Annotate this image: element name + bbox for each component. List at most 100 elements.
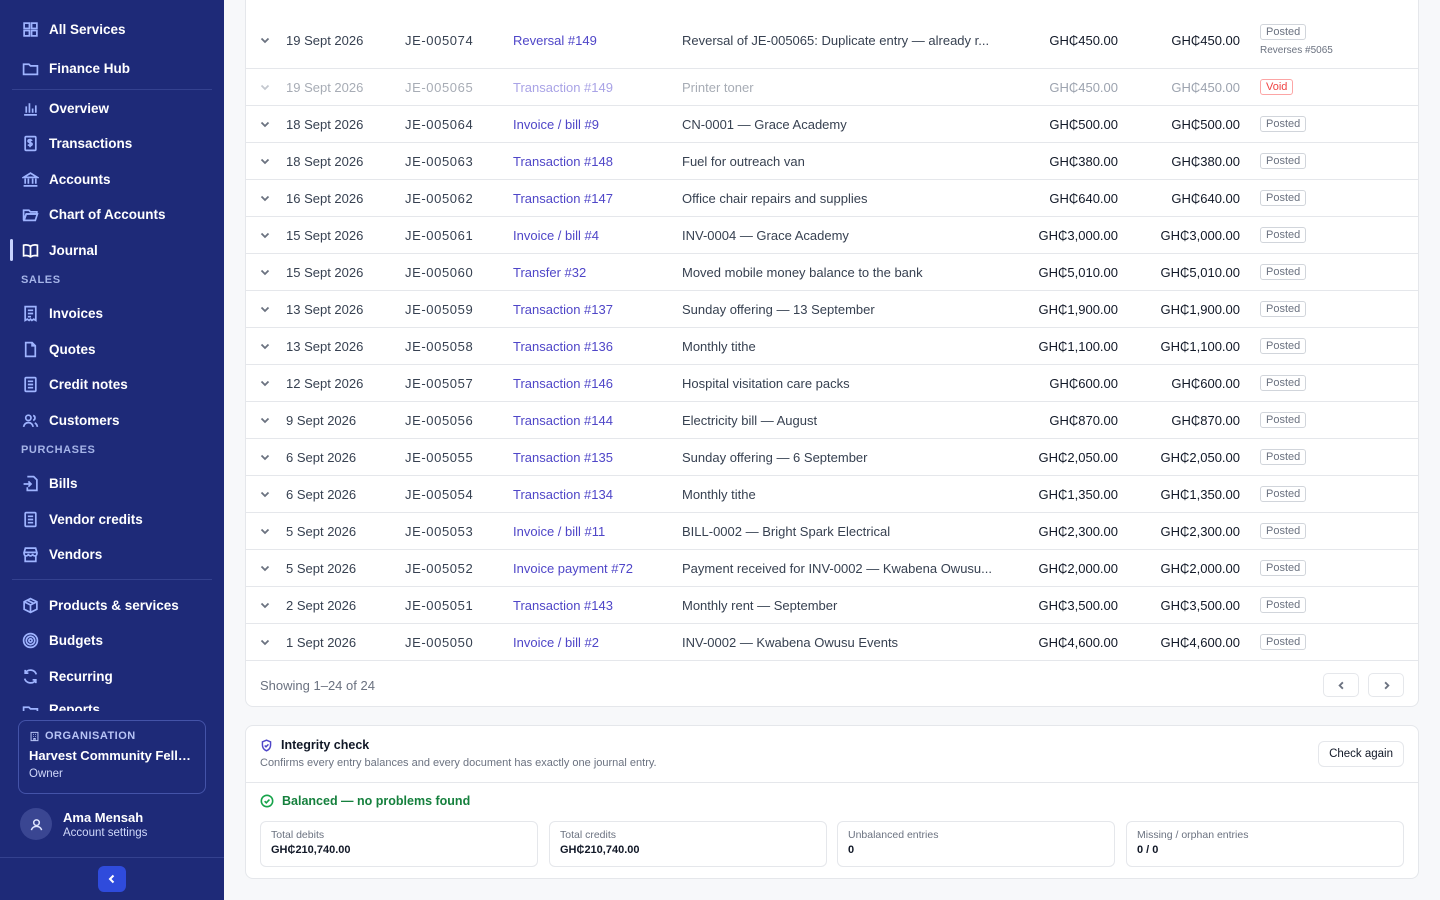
expand-row-button[interactable] bbox=[259, 155, 273, 169]
entry-description: Reversal of JE-005065: Duplicate entry —… bbox=[682, 33, 990, 48]
table-row[interactable]: 15 Sept 2026 JE-005061 Invoice / bill #4 IN… bbox=[246, 217, 1418, 254]
sidebar-item-vendor-credits[interactable]: Vendor credits bbox=[12, 504, 212, 534]
entry-description: Sunday offering — 13 September bbox=[682, 302, 875, 317]
table-row[interactable]: 6 Sept 2026 JE-005055 Transaction #135 Sund… bbox=[246, 439, 1418, 476]
expand-row-button[interactable] bbox=[259, 303, 273, 317]
table-row[interactable]: 18 Sept 2026 JE-005063 Transaction #148 Fue… bbox=[246, 143, 1418, 180]
sidebar-item-customers[interactable]: Customers bbox=[12, 405, 212, 435]
entry-source-link[interactable]: Transaction #149 bbox=[513, 80, 673, 95]
table-row[interactable]: 1 Sept 2026 JE-005050 Invoice / bill #2 INV… bbox=[246, 624, 1418, 661]
sidebar-item-accounts[interactable]: Accounts bbox=[12, 164, 212, 194]
expand-row-button[interactable] bbox=[259, 81, 273, 95]
sidebar-item-transactions[interactable]: Transactions bbox=[12, 128, 212, 158]
sidebar-item-invoices[interactable]: Invoices bbox=[12, 298, 212, 328]
expand-row-button[interactable] bbox=[259, 118, 273, 132]
document-icon bbox=[24, 341, 36, 357]
main-content: 19 Sept 2026 JE-005074 Reversal #149 Revers… bbox=[224, 0, 1440, 900]
entry-credit: GH₵870.00 bbox=[1171, 413, 1240, 428]
entry-id: JE-005063 bbox=[405, 154, 474, 169]
section-label-sales: SALES bbox=[21, 274, 61, 286]
entry-source-link[interactable]: Transaction #143 bbox=[513, 598, 673, 613]
entry-source-link[interactable]: Transaction #144 bbox=[513, 413, 673, 428]
entry-source-link[interactable]: Reversal #149 bbox=[513, 33, 673, 48]
organisation-card[interactable]: ORGANISATION Harvest Community Fello... … bbox=[18, 720, 206, 794]
sidebar-item-label: Vendor credits bbox=[49, 511, 143, 527]
sidebar-item-recurring[interactable]: Recurring bbox=[12, 661, 212, 691]
user-account[interactable]: Ama Mensah Account settings bbox=[20, 808, 147, 840]
sidebar-item-all-services[interactable]: All Services bbox=[12, 14, 212, 44]
table-row[interactable]: 6 Sept 2026 JE-005054 Transaction #134 Mont… bbox=[246, 476, 1418, 513]
table-row[interactable]: 15 Sept 2026 JE-005060 Transfer #32 Moved m… bbox=[246, 254, 1418, 291]
entry-source-link[interactable]: Invoice / bill #2 bbox=[513, 635, 673, 650]
users-icon bbox=[21, 411, 39, 429]
avatar[interactable] bbox=[20, 808, 52, 840]
sidebar: All Services Finance Hub Overview Transacti… bbox=[0, 0, 224, 900]
sidebar-item-reports[interactable]: Reports bbox=[12, 697, 212, 711]
entry-source-link[interactable]: Transaction #137 bbox=[513, 302, 673, 317]
expand-row-button[interactable] bbox=[259, 377, 273, 391]
previous-page-button[interactable] bbox=[1323, 673, 1359, 697]
integrity-subtitle: Confirms every entry balances and every … bbox=[260, 757, 657, 769]
table-row[interactable]: 13 Sept 2026 JE-005059 Transaction #137 Sun… bbox=[246, 291, 1418, 328]
table-row[interactable]: 2 Sept 2026 JE-005051 Transaction #143 Mont… bbox=[246, 587, 1418, 624]
expand-row-button[interactable] bbox=[259, 192, 273, 206]
account-settings-link[interactable]: Account settings bbox=[63, 827, 147, 839]
entry-source-link[interactable]: Transaction #136 bbox=[513, 339, 673, 354]
expand-row-button[interactable] bbox=[259, 266, 273, 280]
expand-row-button[interactable] bbox=[259, 599, 273, 613]
entry-source-link[interactable]: Transaction #147 bbox=[513, 191, 673, 206]
sidebar-item-chart-of-accounts[interactable]: Chart of Accounts bbox=[12, 199, 212, 229]
table-row[interactable]: 16 Sept 2026 JE-005062 Transaction #147 Off… bbox=[246, 180, 1418, 217]
expand-row-button[interactable] bbox=[259, 229, 273, 243]
entry-credit: GH₵3,000.00 bbox=[1160, 228, 1241, 243]
expand-row-button[interactable] bbox=[259, 525, 273, 539]
entry-source-link[interactable]: Invoice payment #72 bbox=[513, 561, 673, 576]
entry-debit: GH₵640.00 bbox=[1049, 191, 1118, 206]
entry-credit: GH₵1,350.00 bbox=[1160, 487, 1241, 502]
entry-source-link[interactable]: Transaction #134 bbox=[513, 487, 673, 502]
sidebar-item-label: Journal bbox=[49, 242, 98, 258]
table-row[interactable]: 19 Sept 2026 JE-005074 Reversal #149 Revers… bbox=[246, 13, 1418, 69]
expand-row-button[interactable] bbox=[259, 451, 273, 465]
sidebar-item-bills[interactable]: Bills bbox=[12, 468, 212, 498]
expand-row-button[interactable] bbox=[259, 340, 273, 354]
sidebar-item-finance-hub[interactable]: Finance Hub bbox=[12, 53, 212, 83]
table-row[interactable]: 13 Sept 2026 JE-005058 Transaction #136 Mon… bbox=[246, 328, 1418, 365]
sidebar-item-credit-notes[interactable]: Credit notes bbox=[12, 369, 212, 399]
entry-credit: GH₵640.00 bbox=[1171, 191, 1240, 206]
table-row[interactable]: 12 Sept 2026 JE-005057 Transaction #146 Hos… bbox=[246, 365, 1418, 402]
sidebar-item-journal[interactable]: Journal bbox=[12, 235, 212, 265]
chevron-down-icon bbox=[260, 121, 270, 128]
table-row[interactable]: 9 Sept 2026 JE-005056 Transaction #144 Elec… bbox=[246, 402, 1418, 439]
entry-source-link[interactable]: Transaction #135 bbox=[513, 450, 673, 465]
entry-source-link[interactable]: Transfer #32 bbox=[513, 265, 673, 280]
next-page-button[interactable] bbox=[1368, 673, 1404, 697]
expand-row-button[interactable] bbox=[259, 636, 273, 650]
table-row[interactable]: 5 Sept 2026 JE-005053 Invoice / bill #11 BI… bbox=[246, 513, 1418, 550]
sidebar-item-label: Accounts bbox=[49, 171, 111, 187]
table-row[interactable]: 5 Sept 2026 JE-005052 Invoice payment #72 P… bbox=[246, 550, 1418, 587]
entry-source-link[interactable]: Transaction #148 bbox=[513, 154, 673, 169]
entry-date: 15 Sept 2026 bbox=[286, 228, 364, 243]
check-again-button[interactable]: Check again bbox=[1318, 741, 1404, 767]
sidebar-item-products-services[interactable]: Products & services bbox=[12, 590, 212, 620]
sidebar-item-vendors[interactable]: Vendors bbox=[12, 539, 212, 569]
entry-source-link[interactable]: Invoice / bill #4 bbox=[513, 228, 673, 243]
table-row[interactable]: 18 Sept 2026 JE-005064 Invoice / bill #9 CN… bbox=[246, 106, 1418, 143]
sidebar-item-label: Vendors bbox=[49, 546, 103, 562]
expand-row-button[interactable] bbox=[259, 562, 273, 576]
collapse-sidebar-button[interactable] bbox=[98, 866, 126, 892]
entry-source-link[interactable]: Transaction #146 bbox=[513, 376, 673, 391]
receipt-icon bbox=[21, 304, 39, 322]
expand-row-button[interactable] bbox=[259, 34, 273, 48]
expand-row-button[interactable] bbox=[259, 488, 273, 502]
section-label-purchases: PURCHASES bbox=[21, 444, 96, 456]
table-row[interactable]: 19 Sept 2026 JE-005065 Transaction #149 Pri… bbox=[246, 69, 1418, 106]
entry-source-link[interactable]: Invoice / bill #11 bbox=[513, 524, 673, 539]
expand-row-button[interactable] bbox=[259, 414, 273, 428]
folder-open-icon bbox=[22, 208, 39, 221]
sidebar-item-quotes[interactable]: Quotes bbox=[12, 334, 212, 364]
entry-source-link[interactable]: Invoice / bill #9 bbox=[513, 117, 673, 132]
sidebar-item-overview[interactable]: Overview bbox=[12, 93, 212, 123]
sidebar-item-budgets[interactable]: Budgets bbox=[12, 625, 212, 655]
